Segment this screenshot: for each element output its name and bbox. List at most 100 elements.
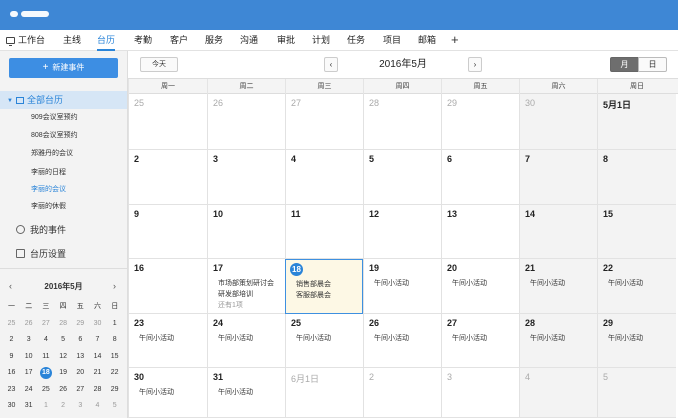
day-cell[interactable]: 14 [519,205,597,259]
my-events-link[interactable]: 我的事件 [16,222,66,238]
calendar-event[interactable]: 午间小活动 [218,387,253,397]
mini-day-today[interactable]: 18 [37,364,54,381]
new-event-button[interactable]: + 新建事件 [9,58,118,78]
day-cell[interactable]: 19 午间小活动 [363,259,441,314]
mini-day[interactable]: 15 [106,348,123,365]
calendar-item[interactable]: 李丽的日程 [31,166,66,180]
day-cell[interactable]: 30 [519,94,597,150]
day-cell[interactable]: 30 午间小活动 [128,368,207,418]
day-cell[interactable]: 25 [128,94,207,150]
mini-day[interactable]: 28 [89,381,106,398]
day-cell[interactable]: 21 午间小活动 [519,259,597,314]
mini-day[interactable]: 6 [72,331,89,348]
mini-day[interactable]: 30 [3,397,20,414]
all-calendars-item[interactable]: ▼ 全部台历 [0,91,127,109]
mini-day[interactable]: 26 [55,381,72,398]
day-cell[interactable]: 11 [285,205,363,259]
mini-day[interactable]: 12 [55,348,72,365]
mini-day[interactable]: 4 [89,397,106,414]
next-month-button[interactable]: › [468,57,482,72]
nav-item-approval[interactable]: 审批 [277,30,295,51]
mini-day[interactable]: 5 [55,331,72,348]
mini-day[interactable]: 27 [37,315,54,332]
day-cell[interactable]: 26 午间小活动 [363,314,441,368]
day-cell[interactable]: 12 [363,205,441,259]
mini-day[interactable]: 4 [37,331,54,348]
mini-day[interactable]: 10 [20,348,37,365]
calendar-event[interactable]: 午间小活动 [139,387,174,397]
day-cell[interactable]: 5 [363,150,441,205]
day-cell[interactable]: 4 [285,150,363,205]
day-cell[interactable]: 3 [207,150,285,205]
today-button[interactable]: 今天 [140,57,178,72]
mini-day[interactable]: 17 [20,364,37,381]
day-cell[interactable]: 2 [128,150,207,205]
mini-day[interactable]: 29 [106,381,123,398]
calendar-item[interactable]: 李丽的会议 [31,183,66,197]
mini-day[interactable]: 5 [106,397,123,414]
mini-day[interactable]: 31 [20,397,37,414]
mini-prev-month-button[interactable]: ‹ [9,281,12,291]
calendar-event[interactable]: 市场部策划研讨会 [218,278,274,288]
calendar-event[interactable]: 午间小活动 [452,333,487,343]
day-cell[interactable]: 2 [363,368,441,418]
nav-item-workbench[interactable]: 工作台 [6,30,45,51]
day-cell[interactable]: 31 午间小活动 [207,368,285,418]
day-cell[interactable]: 27 [285,94,363,150]
day-cell[interactable]: 28 [363,94,441,150]
day-cell[interactable]: 20 午间小活动 [441,259,519,314]
mini-day[interactable]: 29 [72,315,89,332]
day-view-button[interactable]: 日 [638,57,667,72]
day-cell[interactable]: 3 [441,368,519,418]
day-cell[interactable]: 6 [441,150,519,205]
day-cell[interactable]: 24 午间小活动 [207,314,285,368]
prev-month-button[interactable]: ‹ [324,57,338,72]
day-cell[interactable]: 4 [519,368,597,418]
day-cell[interactable]: 26 [207,94,285,150]
calendar-event[interactable]: 午间小活动 [530,333,565,343]
mini-day[interactable]: 3 [20,331,37,348]
mini-day[interactable]: 28 [55,315,72,332]
calendar-event[interactable]: 午间小活动 [608,333,643,343]
nav-item-calendar[interactable]: 台历 [97,30,116,51]
mini-day[interactable]: 14 [89,348,106,365]
calendar-event[interactable]: 午间小活动 [139,333,174,343]
mini-day[interactable]: 13 [72,348,89,365]
day-cell[interactable]: 25 午间小活动 [285,314,363,368]
day-cell[interactable]: 29 [441,94,519,150]
mini-day[interactable]: 21 [89,364,106,381]
day-cell[interactable]: 7 [519,150,597,205]
nav-item-customer[interactable]: 客户 [170,30,188,51]
day-cell[interactable]: 9 [128,205,207,259]
day-cell[interactable]: 10 [207,205,285,259]
mini-day[interactable]: 30 [89,315,106,332]
day-cell[interactable]: 5月1日 [597,94,676,150]
calendar-event[interactable]: 午间小活动 [296,333,331,343]
mini-day[interactable]: 25 [3,315,20,332]
nav-item-mailbox[interactable]: 邮箱 [418,30,436,51]
calendar-event[interactable]: 午间小活动 [452,278,487,288]
day-cell-today[interactable]: 18 销售部晨会 客服部晨会 [285,259,363,314]
nav-item-task[interactable]: 任务 [347,30,365,51]
calendar-settings-link[interactable]: 台历设置 [16,246,66,262]
day-cell[interactable]: 8 [597,150,676,205]
day-cell[interactable]: 28 午间小活动 [519,314,597,368]
mini-day[interactable]: 26 [20,315,37,332]
nav-item-communication[interactable]: 沟通 [240,30,258,51]
calendar-event[interactable]: 客服部晨会 [296,290,331,300]
calendar-item[interactable]: 李丽的休假 [31,200,66,214]
mini-day[interactable]: 19 [55,364,72,381]
mini-day[interactable]: 1 [106,315,123,332]
calendar-event[interactable]: 午间小活动 [530,278,565,288]
day-cell[interactable]: 16 [128,259,207,314]
day-cell[interactable]: 23 午间小活动 [128,314,207,368]
mini-day[interactable]: 2 [3,331,20,348]
day-cell[interactable]: 27 午间小活动 [441,314,519,368]
day-cell[interactable]: 6月1日 [285,368,363,418]
calendar-event[interactable]: 午间小活动 [374,278,409,288]
mini-day[interactable]: 3 [72,397,89,414]
calendar-event[interactable]: 午间小活动 [218,333,253,343]
nav-item-mainline[interactable]: 主线 [63,30,81,51]
day-cell[interactable]: 17 市场部策划研讨会 研发部培训 还有1项 [207,259,285,314]
calendar-item[interactable]: 郑雅丹的会议 [31,147,73,161]
